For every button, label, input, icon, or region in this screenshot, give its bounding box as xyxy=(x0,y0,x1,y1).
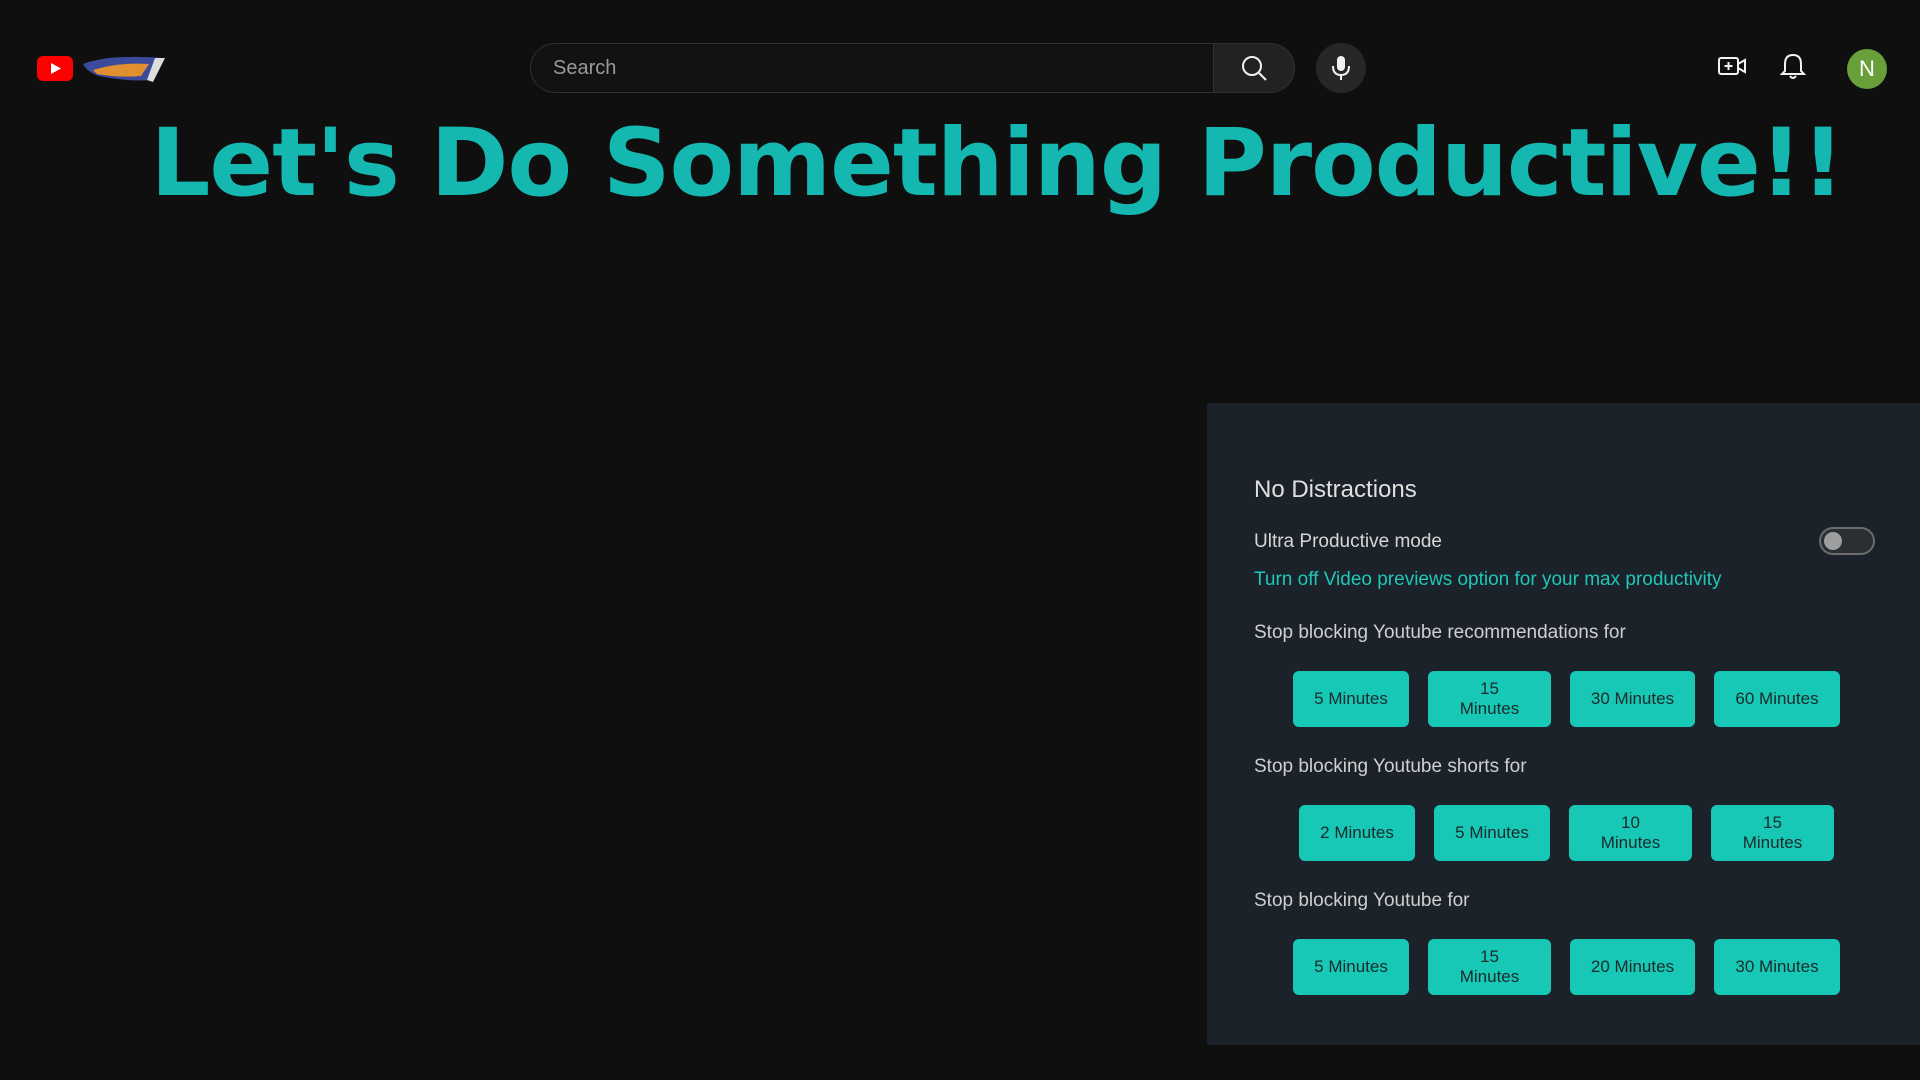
youtube-5-min-button[interactable]: 5 Minutes xyxy=(1293,939,1409,995)
recommendations-buttons: 5 Minutes 15 Minutes 30 Minutes 60 Minut… xyxy=(1293,671,1840,727)
doodle-logo-icon xyxy=(83,56,165,82)
shorts-5-min-button[interactable]: 5 Minutes xyxy=(1434,805,1550,861)
recommendations-label: Stop blocking Youtube recommendations fo… xyxy=(1254,622,1626,643)
shorts-2-min-button[interactable]: 2 Minutes xyxy=(1299,805,1415,861)
youtube-15-min-button[interactable]: 15 Minutes xyxy=(1428,939,1551,995)
create-button[interactable] xyxy=(1712,46,1752,86)
shorts-label: Stop blocking Youtube shorts for xyxy=(1254,756,1527,777)
panel-title: No Distractions xyxy=(1254,476,1417,503)
shorts-10-min-button[interactable]: 10 Minutes xyxy=(1569,805,1692,861)
youtube-label: Stop blocking Youtube for xyxy=(1254,890,1470,911)
voice-search-button[interactable] xyxy=(1316,43,1366,93)
recommendations-5-min-button[interactable]: 5 Minutes xyxy=(1293,671,1409,727)
recommendations-30-min-button[interactable]: 30 Minutes xyxy=(1570,671,1695,727)
search-button[interactable] xyxy=(1213,43,1295,93)
bell-icon xyxy=(1780,53,1806,79)
shorts-15-min-button[interactable]: 15 Minutes xyxy=(1711,805,1834,861)
youtube-buttons: 5 Minutes 15 Minutes 20 Minutes 30 Minut… xyxy=(1293,939,1840,995)
recommendations-15-min-button[interactable]: 15 Minutes xyxy=(1428,671,1551,727)
no-distractions-panel: No Distractions Ultra Productive mode Tu… xyxy=(1207,403,1920,1045)
recommendations-60-min-button[interactable]: 60 Minutes xyxy=(1714,671,1840,727)
search-box[interactable] xyxy=(530,43,1213,93)
productivity-tip: Turn off Video previews option for your … xyxy=(1254,569,1722,590)
notifications-button[interactable] xyxy=(1773,46,1813,86)
youtube-logo-icon xyxy=(37,55,73,81)
youtube-20-min-button[interactable]: 20 Minutes xyxy=(1570,939,1695,995)
search-input[interactable] xyxy=(551,55,1213,81)
shorts-buttons: 2 Minutes 5 Minutes 10 Minutes 15 Minute… xyxy=(1299,805,1834,861)
avatar[interactable]: N xyxy=(1847,49,1887,89)
youtube-30-min-button[interactable]: 30 Minutes xyxy=(1714,939,1840,995)
logo-link[interactable] xyxy=(37,50,169,86)
toggle-knob xyxy=(1824,532,1842,550)
search-icon xyxy=(1242,56,1267,81)
page-title: Let's Do Something Productive!! xyxy=(150,109,1844,218)
microphone-icon xyxy=(1332,56,1350,80)
ultra-mode-toggle[interactable] xyxy=(1819,527,1875,555)
create-video-icon xyxy=(1718,57,1746,75)
ultra-mode-label: Ultra Productive mode xyxy=(1254,531,1442,552)
